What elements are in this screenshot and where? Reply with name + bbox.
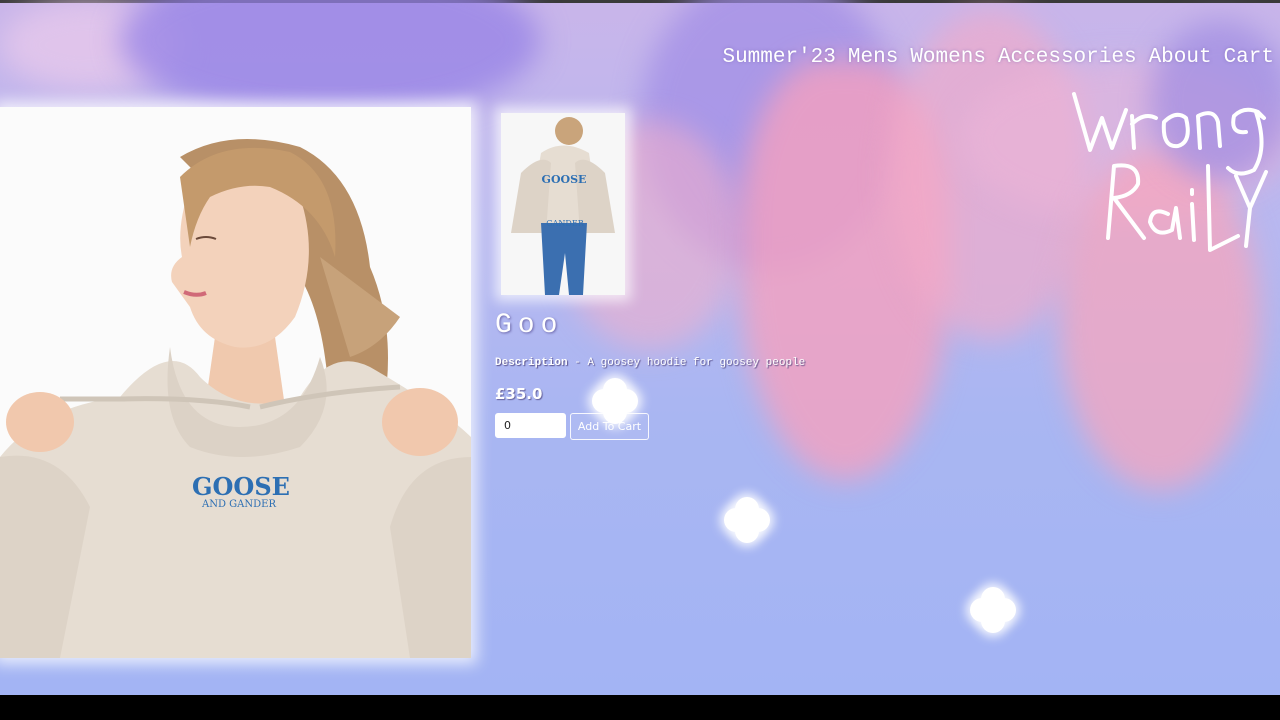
- wrong-rail-logo[interactable]: [1068, 88, 1278, 253]
- nav-mens[interactable]: Mens: [848, 46, 898, 69]
- flower-sparkle-icon: [970, 587, 1016, 633]
- product-title: Goo: [495, 310, 564, 341]
- background-blossom: [120, 0, 540, 120]
- hoodie-print-text: GOOSE: [192, 472, 290, 501]
- nav-summer23[interactable]: Summer'23: [722, 46, 835, 69]
- nav-about[interactable]: About: [1149, 46, 1212, 69]
- description-separator: -: [567, 357, 588, 369]
- main-nav: Summer'23 Mens Womens Accessories About …: [722, 46, 1274, 69]
- product-price: £35.0: [495, 385, 543, 403]
- nav-womens[interactable]: Womens: [910, 46, 986, 69]
- nav-cart[interactable]: Cart: [1224, 46, 1274, 69]
- description-text: A goosey hoodie for goosey people: [587, 357, 806, 369]
- product-page: Summer'23 Mens Womens Accessories About …: [0, 0, 1280, 695]
- quantity-input[interactable]: [495, 413, 566, 438]
- flower-sparkle-icon: [592, 378, 638, 424]
- description-label: Description: [495, 357, 568, 369]
- main-product-image: GOOSE AND GANDER: [0, 107, 471, 658]
- hoodie-print-subtext: AND GANDER: [201, 499, 276, 510]
- nav-accessories[interactable]: Accessories: [998, 46, 1137, 69]
- thumb-print-subtext: GANDER: [546, 219, 584, 228]
- product-description: Description - A goosey hoodie for goosey…: [495, 357, 805, 369]
- bottom-bar: [0, 695, 1280, 720]
- product-thumbnail[interactable]: GOOSE GANDER: [501, 113, 625, 295]
- flower-sparkle-icon: [724, 497, 770, 543]
- thumb-print-text: GOOSE: [542, 173, 587, 186]
